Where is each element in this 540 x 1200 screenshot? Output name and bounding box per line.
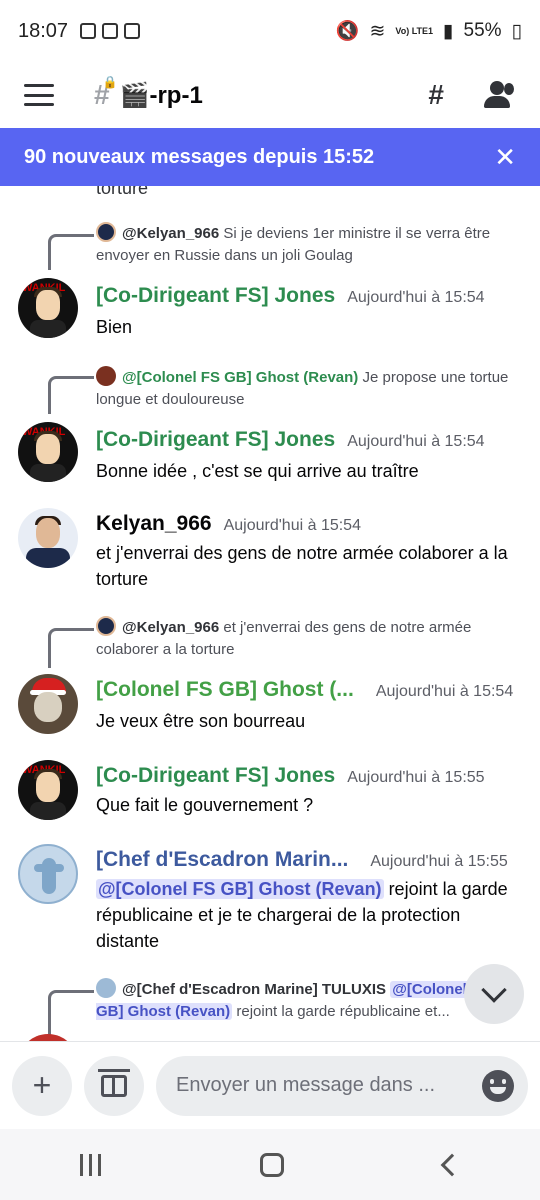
message-fragment: torture <box>96 186 149 198</box>
plus-icon: + <box>32 1067 52 1103</box>
wifi-icon: ≋ <box>369 20 386 42</box>
scroll-to-bottom-button[interactable] <box>464 964 524 1024</box>
reply-connector <box>48 628 94 668</box>
network-label: Vo) LTE1 <box>395 25 434 36</box>
message-text: et j'enverrai des gens de notre armée co… <box>96 543 508 589</box>
timestamp: Aujourd'hui à 15:54 <box>223 517 361 534</box>
timestamp: Aujourd'hui à 15:54 <box>375 683 514 700</box>
mute-icon: 🔇 <box>335 21 360 42</box>
lock-icon: 🔒 <box>102 75 118 89</box>
status-right: 🔇 ≋ Vo) LTE1 ▮ 55% ▯ <box>336 19 522 43</box>
timestamp: Aujourd'hui à 15:55 <box>347 769 485 786</box>
back-icon[interactable] <box>440 1153 464 1176</box>
avatar[interactable] <box>18 844 78 904</box>
avatar[interactable]: WANKIL <box>18 422 78 482</box>
reply-preview[interactable]: @[Colonel FS GB] Ghost (Revan) Je propos… <box>96 366 516 411</box>
message-text: @[Colonel FS GB] Ghost (Revan) rejoint l… <box>96 879 508 951</box>
reply-avatar <box>96 978 116 998</box>
reply-preview[interactable]: @Kelyan_966 et j'enverrai des gens de no… <box>96 616 516 661</box>
message-composer: + <box>0 1041 540 1129</box>
media-icon <box>124 23 141 39</box>
message-text: Bien <box>96 317 133 337</box>
avatar[interactable] <box>18 508 78 568</box>
members-icon[interactable] <box>484 81 516 109</box>
close-icon[interactable]: ✕ <box>494 142 516 173</box>
add-attachment-button[interactable]: + <box>12 1055 72 1116</box>
chevron-down-icon <box>481 977 507 1003</box>
avatar[interactable] <box>18 674 78 734</box>
username[interactable]: [Co-Dirigeant FS] Jones <box>96 284 335 308</box>
username[interactable]: [Chef d'Escadron Marin... <box>96 848 348 872</box>
locked-channel-icon: # 🔒 <box>94 75 118 110</box>
battery-icon: ▯ <box>511 20 522 42</box>
reply-connector <box>48 234 94 270</box>
recents-icon[interactable] <box>79 1153 101 1176</box>
new-messages-text: 90 nouveaux messages depuis 15:52 <box>24 145 375 168</box>
message-input[interactable] <box>176 1074 482 1097</box>
channel-name[interactable]: 🎬-rp-1 <box>120 81 203 110</box>
gift-button[interactable] <box>84 1055 144 1116</box>
timestamp: Aujourd'hui à 15:54 <box>347 433 485 450</box>
signal-icon: ▮ <box>443 20 454 42</box>
message-text: Bonne idée , c'est se qui arrive au traî… <box>96 461 419 481</box>
avatar[interactable]: WANKIL <box>18 278 78 338</box>
battery-level: 55% <box>463 20 502 41</box>
message-text: Je veux être son bourreau <box>96 711 306 731</box>
notification-icons <box>80 23 141 39</box>
username[interactable]: [Co-Dirigeant FS] Jones <box>96 764 335 788</box>
app-icon <box>102 23 119 39</box>
menu-icon[interactable] <box>24 84 54 106</box>
username[interactable]: [Colonel FS GB] Ghost (... <box>96 678 354 702</box>
reply-preview[interactable]: @Kelyan_966 Si je deviens 1er ministre i… <box>96 222 516 267</box>
reply-avatar <box>96 616 116 636</box>
message-list[interactable]: torture @Kelyan_966 Si je deviens 1er mi… <box>0 186 540 1041</box>
new-messages-banner[interactable]: 90 nouveaux messages depuis 15:52 ✕ <box>0 128 540 186</box>
user-mention[interactable]: @[Colonel FS GB] Ghost (Revan) <box>96 879 384 899</box>
reply-avatar <box>96 222 116 242</box>
username[interactable]: Kelyan_966 <box>96 512 212 536</box>
reply-connector <box>48 376 94 414</box>
username[interactable]: [Co-Dirigeant FS] Jones <box>96 428 335 452</box>
message-text: Que fait le gouvernement ? <box>96 795 314 815</box>
gift-icon <box>98 1068 130 1097</box>
reply-connector <box>48 990 94 1041</box>
threads-icon[interactable]: # <box>428 79 444 111</box>
avatar[interactable]: WANKIL <box>18 760 78 820</box>
gallery-icon <box>80 23 97 39</box>
android-nav-bar <box>0 1129 540 1200</box>
timestamp: Aujourd'hui à 15:54 <box>347 289 485 306</box>
message-input-wrap[interactable] <box>156 1055 528 1116</box>
emoji-icon[interactable] <box>482 1069 514 1102</box>
timestamp: Aujourd'hui à 15:55 <box>370 853 508 870</box>
status-bar: 18:07 🔇 ≋ Vo) LTE1 ▮ 55% ▯ <box>0 0 540 62</box>
home-icon[interactable] <box>260 1152 285 1177</box>
reply-avatar <box>96 366 116 386</box>
reply-preview[interactable]: @[Chef d'Escadron Marine] TULUXIS @[Colo… <box>96 978 516 1023</box>
status-time: 18:07 <box>18 19 69 42</box>
channel-header: # 🔒 🎬-rp-1 # <box>0 62 540 128</box>
